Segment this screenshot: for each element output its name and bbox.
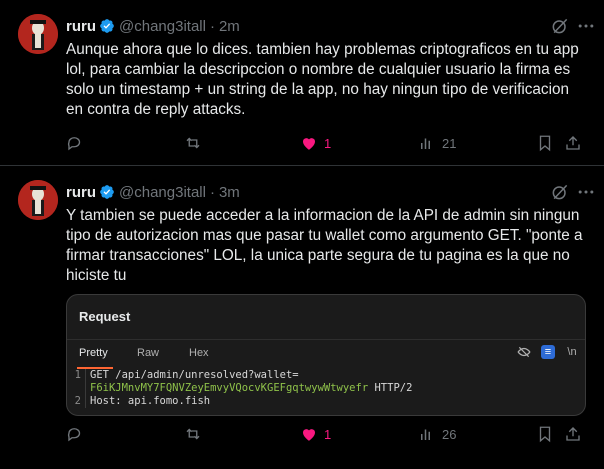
share-button[interactable] [564,425,582,443]
grok-icon[interactable] [550,16,570,36]
like-button[interactable]: 1 [300,134,331,152]
share-icon [566,427,580,441]
code-line: F6iKJMnvMY7FQNVZeyEmvyVQocvKGEFgqtwywWtw… [67,382,585,395]
bookmark-button[interactable] [536,425,554,443]
tweet-actions: 1 26 [66,425,586,445]
hide-icon [517,346,531,358]
tweet-text: Y tambien se puede acceder a la informac… [66,207,583,284]
code-text: GET /api/admin/unresolved?wallet= [90,369,299,381]
reply-icon [67,428,81,442]
tweet-2[interactable]: ruru @chang3itall · 3m Y tambien se pued… [0,166,604,469]
bookmark-icon [539,135,551,152]
wallet-param: F6iKJMnvMY7FQNVZeyEmvyVQocvKGEFgqtwywWtw… [90,382,369,394]
views-icon [421,138,430,149]
bookmark-icon [539,426,551,443]
tab-pretty: Pretty [79,347,108,359]
tab-hex: Hex [189,347,209,359]
verified-badge-icon [100,19,114,33]
more-options-icon[interactable] [576,182,596,202]
line-number [67,382,86,395]
views-button[interactable]: 26 [418,425,456,443]
view-count: 26 [442,426,457,442]
card-title: Request [79,309,131,324]
tweet-actions: 1 21 [66,134,586,154]
separator: · [209,17,215,35]
like-count: 1 [324,135,332,151]
http-version: HTTP/2 [368,382,413,394]
code-line: 2 Host: api.fomo.fish [67,395,585,408]
reply-icon [67,137,81,151]
views-icon [421,429,430,440]
tab-raw: Raw [137,347,160,359]
timestamp[interactable]: 2m [219,18,240,35]
views-button[interactable]: 21 [418,134,456,152]
burp-request-screenshot[interactable]: Request Pretty Raw Hex ≡ \n 1 GET /api/a… [66,294,586,416]
line-number: 2 [67,395,86,408]
code-line: 1 GET /api/admin/unresolved?wallet= [67,369,585,382]
code-text: F6iKJMnvMY7FQNVZeyEmvyVQocvKGEFgqtwywWtw… [86,382,412,395]
reply-button[interactable] [66,134,84,152]
separator: · [209,183,215,201]
like-button[interactable]: 1 [300,425,331,443]
heart-icon [303,429,315,441]
tweet-1[interactable]: ruru @chang3itall · 2m Aunque ahora que … [0,0,604,165]
grok-icon[interactable] [550,182,570,202]
wrap-icon: ≡ [541,345,555,359]
heart-icon [303,138,315,150]
newline-icon: \n [567,346,577,358]
timestamp[interactable]: 3m [219,184,240,201]
repost-button[interactable] [184,134,202,152]
card-tab-icons: ≡ \n [517,345,579,359]
avatar[interactable] [18,180,58,220]
repost-icon [186,137,200,149]
display-name[interactable]: ruru [66,18,96,35]
view-count: 21 [442,135,457,151]
verified-badge-icon [100,185,114,199]
request-code: 1 GET /api/admin/unresolved?wallet= F6iK… [67,369,585,408]
share-icon [566,136,580,150]
card-tabs: Pretty Raw Hex ≡ \n [67,339,585,369]
reply-button[interactable] [66,425,84,443]
more-options-icon[interactable] [576,16,596,36]
handle[interactable]: @chang3itall [119,18,206,35]
tweet-header: ruru @chang3itall · 3m [66,182,240,202]
share-button[interactable] [564,134,582,152]
bookmark-button[interactable] [536,134,554,152]
line-number: 1 [67,369,86,382]
handle[interactable]: @chang3itall [119,184,206,201]
like-count: 1 [324,426,332,442]
repost-button[interactable] [184,425,202,443]
display-name[interactable]: ruru [66,184,96,201]
avatar[interactable] [18,14,58,54]
repost-icon [186,428,200,440]
tweet-text: Aunque ahora que lo dices. tambien hay p… [66,41,579,118]
tweet-header: ruru @chang3itall · 2m [66,16,240,36]
code-text: Host: api.fomo.fish [90,395,211,407]
